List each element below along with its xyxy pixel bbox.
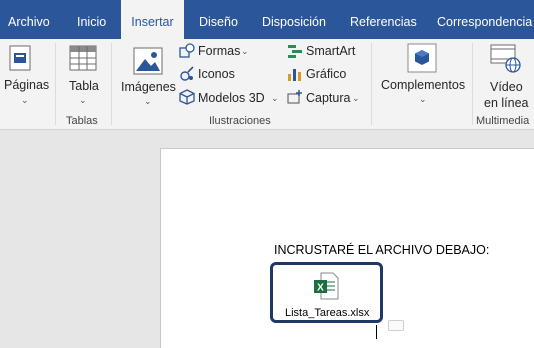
ribbon-separator bbox=[55, 43, 56, 125]
document-page[interactable]: INCRUSTARÉ EL ARCHIVO DEBAJO: X Lista_Ta… bbox=[160, 148, 534, 348]
table-icon bbox=[69, 45, 97, 71]
screenshot-label: Captura bbox=[306, 91, 351, 105]
cube-icon bbox=[179, 89, 195, 105]
3d-models-label: Modelos 3D bbox=[198, 91, 265, 105]
images-label: Imágenes bbox=[121, 80, 176, 94]
icons-insert-icon bbox=[180, 66, 194, 81]
paste-options-icon[interactable] bbox=[388, 320, 404, 331]
ribbon: Páginas ⌄ Tabla ⌄ Tablas Imágenes ⌄ Form… bbox=[0, 39, 534, 130]
tab-insertar[interactable]: Insertar bbox=[121, 0, 184, 40]
ribbon-separator bbox=[111, 43, 112, 125]
group-label-illustrations: Ilustraciones bbox=[209, 115, 271, 127]
chart-icon bbox=[288, 69, 301, 81]
addins-icon bbox=[407, 43, 437, 73]
chevron-down-icon: ⌄ bbox=[144, 96, 152, 106]
online-video-label-2: en línea bbox=[484, 96, 529, 110]
svg-text:X: X bbox=[317, 283, 324, 294]
group-label-tables: Tablas bbox=[66, 115, 98, 127]
text-cursor bbox=[376, 325, 377, 339]
group-label-media: Multimedia bbox=[476, 115, 530, 127]
tab-correspondencia[interactable]: Correspondencia bbox=[437, 0, 532, 39]
pages-label: Páginas bbox=[4, 78, 50, 92]
chevron-down-icon: ⌄ bbox=[79, 95, 87, 105]
tab-referencias[interactable]: Referencias bbox=[350, 0, 417, 39]
online-video-icon bbox=[490, 44, 521, 73]
tab-diseno[interactable]: Diseño bbox=[199, 0, 238, 39]
addins-label: Complementos bbox=[381, 78, 466, 92]
ribbon-separator bbox=[472, 43, 473, 125]
table-label: Tabla bbox=[69, 79, 99, 93]
shapes-icon bbox=[179, 43, 195, 58]
ribbon-separator bbox=[371, 43, 372, 125]
chevron-down-icon: ⌄ bbox=[271, 93, 279, 103]
chevron-down-icon: ⌄ bbox=[21, 95, 29, 105]
online-video-label-1: Vídeo bbox=[490, 80, 523, 94]
tab-archivo[interactable]: Archivo bbox=[0, 0, 58, 39]
chevron-down-icon: ⌄ bbox=[352, 93, 360, 103]
smartart-label: SmartArt bbox=[306, 44, 356, 58]
tab-disposicion[interactable]: Disposición bbox=[262, 0, 326, 39]
chevron-down-icon: ⌄ bbox=[241, 46, 249, 56]
embedded-file-name: Lista_Tareas.xlsx bbox=[285, 307, 370, 319]
pages-icon bbox=[9, 45, 31, 71]
screenshot-icon bbox=[287, 90, 302, 104]
images-icon bbox=[133, 47, 163, 75]
excel-file-icon: X bbox=[314, 272, 339, 300]
ribbon-tab-bar: Archivo Inicio Insertar Diseño Disposici… bbox=[0, 0, 534, 40]
smartart-icon bbox=[288, 45, 302, 58]
chevron-down-icon: ⌄ bbox=[419, 94, 427, 104]
shapes-label: Formas bbox=[198, 44, 241, 58]
document-area[interactable]: INCRUSTARÉ EL ARCHIVO DEBAJO: X Lista_Ta… bbox=[0, 131, 534, 348]
icons-label: Iconos bbox=[198, 67, 235, 81]
embedded-file-object[interactable]: X Lista_Tareas.xlsx bbox=[270, 262, 383, 323]
chart-label: Gráfico bbox=[306, 67, 347, 81]
tab-inicio[interactable]: Inicio bbox=[77, 0, 106, 39]
document-heading: INCRUSTARÉ EL ARCHIVO DEBAJO: bbox=[274, 243, 490, 257]
